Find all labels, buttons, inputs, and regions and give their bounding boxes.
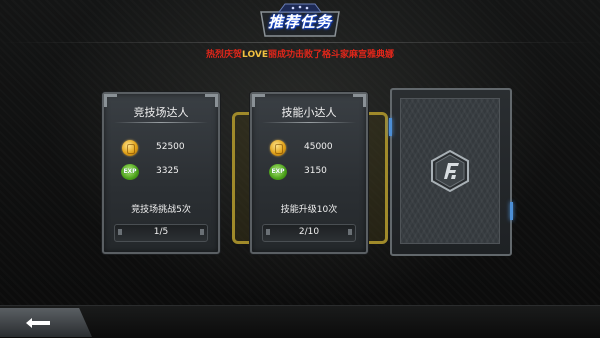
title-divider [114, 122, 208, 123]
back-arrow-icon [26, 318, 50, 328]
exp-reward-row: EXP 3325 [121, 164, 212, 182]
task-card-arena[interactable]: 竞技场达人 52500 EXP 3325 竞技场挑战5次 1/5 [102, 92, 220, 254]
title-badge: 推荐任务 [255, 2, 345, 40]
back-button[interactable] [0, 308, 92, 337]
exp-icon: EXP [121, 164, 139, 180]
locked-card-panel [400, 98, 500, 244]
marquee-player-name: LOVE [242, 50, 268, 60]
exp-icon: EXP [269, 164, 287, 180]
kof-emblem-icon [431, 149, 469, 193]
announcement-marquee: 热烈庆贺LOVE丽成功击败了格斗家麻宫雅典娜 [0, 47, 600, 60]
task-progress-text: 1/5 [153, 227, 169, 237]
page-title: 推荐任务 [267, 13, 332, 31]
task-title: 技能小达人 [281, 106, 337, 119]
marquee-prefix: 热烈庆贺 [206, 50, 243, 60]
card-side-light [389, 118, 392, 136]
task-card-skill[interactable]: 技能小达人 45000 EXP 3150 技能升级10次 2/10 [250, 92, 368, 254]
marquee-suffix: 丽成功击败了格斗家麻宫雅典娜 [267, 50, 394, 60]
task-progress-bar: 1/5 [114, 224, 208, 242]
card-side-light [510, 202, 513, 220]
task-description: 技能升级10次 [280, 205, 338, 215]
gold-coin-icon [122, 140, 138, 156]
task-progress-bar: 2/10 [262, 224, 356, 242]
task-description: 竞技场挑战5次 [131, 205, 191, 215]
gold-reward-value: 45000 [304, 142, 333, 152]
gold-reward-value: 52500 [156, 142, 185, 152]
exp-reward-value: 3325 [156, 166, 179, 176]
gold-reward-row: 45000 [270, 140, 360, 158]
gold-coin-icon [270, 140, 286, 156]
gold-reward-row: 52500 [122, 140, 212, 158]
locked-task-card[interactable] [389, 88, 513, 256]
task-progress-text: 2/10 [298, 227, 320, 237]
header-divider [0, 42, 600, 43]
title-divider [262, 122, 356, 123]
exp-reward-value: 3150 [304, 166, 327, 176]
task-title: 竞技场达人 [133, 106, 189, 119]
exp-reward-row: EXP 3150 [269, 164, 360, 182]
